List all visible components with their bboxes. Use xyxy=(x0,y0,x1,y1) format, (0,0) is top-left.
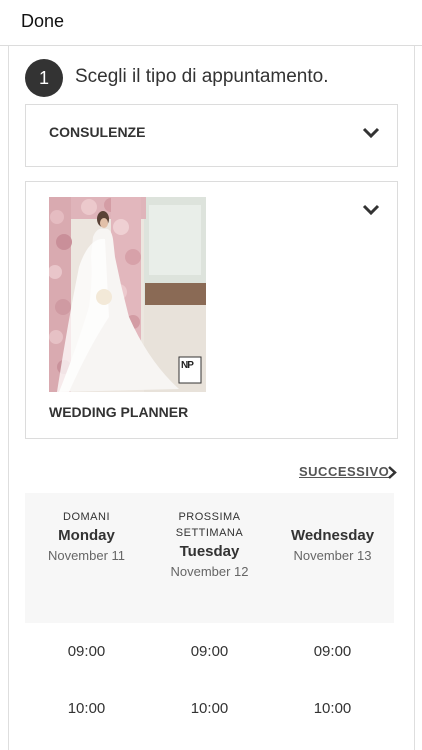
step-number-badge: 1 xyxy=(25,59,63,97)
day-name: Tuesday xyxy=(179,543,240,560)
day-column[interactable]: PROSSIMA SETTIMANA Tuesday November 12 xyxy=(148,509,271,582)
time-slot[interactable]: 10:00 xyxy=(271,700,394,717)
top-bar: Done xyxy=(0,0,422,46)
day-selector: DOMANI Monday November 11 PROSSIMA SETTI… xyxy=(25,493,394,623)
step-title: Scegli il tipo di appuntamento. xyxy=(75,66,329,87)
day-date: November 12 xyxy=(170,564,249,579)
wedding-dress-photo: NP xyxy=(49,197,206,392)
chevron-down-icon xyxy=(362,127,380,139)
brand-logo: NP xyxy=(181,360,194,371)
day-name: Wednesday xyxy=(290,527,375,544)
appointment-type-label: CONSULENZE xyxy=(49,124,146,140)
next-link[interactable]: SUCCESSIVO xyxy=(299,464,389,479)
done-button[interactable]: Done xyxy=(21,11,64,32)
appointment-type-consulenze[interactable]: CONSULENZE xyxy=(25,104,398,167)
day-caption-2: SETTIMANA xyxy=(175,527,244,539)
time-slot[interactable]: 10:00 xyxy=(25,700,148,717)
appointment-type-label: WEDDING PLANNER xyxy=(49,404,189,420)
day-date: November 13 xyxy=(293,548,372,563)
time-slot[interactable]: 09:00 xyxy=(25,643,148,660)
chevron-right-icon[interactable] xyxy=(387,466,397,479)
time-slot[interactable]: 10:00 xyxy=(148,700,271,717)
time-slot[interactable]: 09:00 xyxy=(271,643,394,660)
day-date: November 11 xyxy=(47,548,126,563)
appointment-type-wedding-planner[interactable]: NP WEDDING PLANNER xyxy=(25,181,398,439)
booking-panel: 1 Scegli il tipo di appuntamento. CONSUL… xyxy=(8,46,415,750)
chevron-down-icon xyxy=(362,204,380,216)
time-slot[interactable]: 09:00 xyxy=(148,643,271,660)
day-name: Monday xyxy=(58,527,115,544)
day-column[interactable]: Wednesday November 13 xyxy=(271,525,394,566)
day-column[interactable]: DOMANI Monday November 11 xyxy=(25,509,148,566)
day-caption: PROSSIMA xyxy=(178,511,241,523)
day-caption: DOMANI xyxy=(63,511,110,523)
